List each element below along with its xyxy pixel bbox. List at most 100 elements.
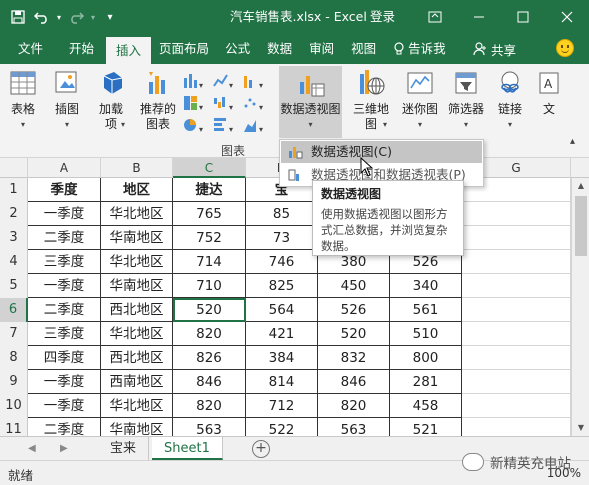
hierarchy-chart-icon[interactable]: ▾ bbox=[182, 94, 204, 112]
data-cell[interactable]: 二季度 bbox=[28, 226, 101, 250]
column-chart-icon[interactable]: ▾ bbox=[182, 72, 204, 90]
data-cell[interactable]: 73 bbox=[246, 226, 318, 250]
tab-data[interactable]: 数据 bbox=[258, 34, 301, 64]
row-header[interactable]: 1 bbox=[0, 178, 28, 202]
ribbon-collapse-icon[interactable]: ▴ bbox=[570, 136, 575, 147]
scatter-chart-icon[interactable]: ▾ bbox=[242, 72, 264, 90]
sheet-tab-baolai[interactable]: 宝来 bbox=[98, 437, 150, 460]
redo-dropdown-icon[interactable]: ▾ bbox=[88, 5, 98, 29]
sparklines-button[interactable]: 迷你图 ▾ bbox=[400, 68, 440, 132]
data-cell[interactable]: 712 bbox=[246, 394, 318, 418]
header-cell[interactable]: 地区 bbox=[101, 178, 173, 202]
data-cell[interactable]: 华南地区 bbox=[101, 226, 173, 250]
data-cell[interactable]: 华南地区 bbox=[101, 418, 173, 436]
undo-dropdown-icon[interactable]: ▾ bbox=[54, 5, 64, 29]
data-cell[interactable]: 510 bbox=[390, 322, 462, 346]
pie-chart-icon[interactable]: ▾ bbox=[182, 116, 204, 134]
pivotchart-button[interactable]: 数据透视图 ▾ bbox=[279, 66, 342, 138]
header-cell[interactable]: 季度 bbox=[28, 178, 101, 202]
data-cell[interactable] bbox=[462, 418, 571, 436]
data-cell[interactable]: 340 bbox=[390, 274, 462, 298]
data-cell[interactable]: 820 bbox=[173, 394, 246, 418]
data-cell[interactable]: 华北地区 bbox=[101, 322, 173, 346]
text-button[interactable]: A 文 bbox=[536, 68, 562, 117]
row-header[interactable]: 4 bbox=[0, 250, 28, 274]
data-cell[interactable]: 二季度 bbox=[28, 418, 101, 436]
header-cell[interactable]: 捷达 bbox=[173, 178, 246, 202]
area-chart-icon[interactable]: ▾ bbox=[242, 116, 264, 134]
data-cell[interactable]: 西北地区 bbox=[101, 346, 173, 370]
data-cell[interactable]: 一季度 bbox=[28, 394, 101, 418]
data-cell[interactable] bbox=[462, 226, 571, 250]
illustrations-button[interactable]: 插图 ▾ bbox=[50, 68, 84, 132]
data-cell[interactable]: 一季度 bbox=[28, 370, 101, 394]
recommended-charts-button[interactable]: 推荐的 图表 bbox=[137, 68, 179, 132]
data-cell[interactable]: 765 bbox=[173, 202, 246, 226]
3d-map-button[interactable]: 三维地 图 ▾ bbox=[350, 68, 392, 132]
data-cell[interactable] bbox=[462, 274, 571, 298]
tab-insert[interactable]: 插入 bbox=[106, 37, 152, 64]
data-cell[interactable]: 85 bbox=[246, 202, 318, 226]
data-cell[interactable]: 832 bbox=[318, 346, 390, 370]
data-cell[interactable]: 563 bbox=[173, 418, 246, 436]
menu-item-pivotchart[interactable]: 数据透视图(C) bbox=[281, 141, 482, 163]
data-cell[interactable]: 281 bbox=[390, 370, 462, 394]
row-header[interactable]: 9 bbox=[0, 370, 28, 394]
undo-icon[interactable] bbox=[30, 5, 54, 29]
redo-icon[interactable] bbox=[64, 5, 88, 29]
data-cell[interactable] bbox=[462, 394, 571, 418]
data-cell[interactable]: 526 bbox=[318, 298, 390, 322]
data-cell[interactable]: 800 bbox=[390, 346, 462, 370]
data-cell[interactable]: 华北地区 bbox=[101, 250, 173, 274]
data-cell[interactable] bbox=[462, 250, 571, 274]
data-cell[interactable]: 华南地区 bbox=[101, 274, 173, 298]
login-link[interactable]: 登录 bbox=[370, 0, 395, 34]
sheet-tab-sheet1[interactable]: Sheet1 bbox=[152, 437, 223, 460]
data-cell[interactable]: 714 bbox=[173, 250, 246, 274]
row-header[interactable]: 8 bbox=[0, 346, 28, 370]
minimize-icon[interactable] bbox=[457, 0, 501, 34]
combo-chart-icon[interactable]: ▾ bbox=[242, 94, 264, 112]
data-cell[interactable]: 826 bbox=[173, 346, 246, 370]
maximize-icon[interactable] bbox=[501, 0, 545, 34]
tab-review[interactable]: 审阅 bbox=[301, 34, 342, 64]
scroll-up-icon[interactable]: ▲ bbox=[572, 178, 589, 194]
tab-home[interactable]: 开始 bbox=[57, 34, 106, 64]
addins-button[interactable]: 加载 项 ▾ bbox=[94, 68, 128, 132]
data-cell[interactable]: 710 bbox=[173, 274, 246, 298]
data-cell[interactable]: 西北地区 bbox=[101, 298, 173, 322]
column-header[interactable]: C bbox=[173, 158, 246, 178]
data-cell[interactable]: 522 bbox=[246, 418, 318, 436]
data-cell[interactable]: 825 bbox=[246, 274, 318, 298]
close-icon[interactable] bbox=[545, 0, 589, 34]
data-cell[interactable]: 一季度 bbox=[28, 274, 101, 298]
data-cell[interactable]: 华北地区 bbox=[101, 394, 173, 418]
data-cell[interactable]: 一季度 bbox=[28, 202, 101, 226]
column-header[interactable]: A bbox=[28, 158, 101, 178]
data-cell[interactable]: 521 bbox=[390, 418, 462, 436]
filters-button[interactable]: 筛选器 ▾ bbox=[446, 68, 486, 132]
row-header[interactable]: 11 bbox=[0, 418, 28, 436]
column-header[interactable]: B bbox=[101, 158, 173, 178]
tab-view[interactable]: 视图 bbox=[342, 34, 385, 64]
data-cell[interactable]: 564 bbox=[246, 298, 318, 322]
row-header[interactable]: 7 bbox=[0, 322, 28, 346]
data-cell[interactable]: 563 bbox=[318, 418, 390, 436]
tell-me-box[interactable]: 告诉我 bbox=[385, 34, 455, 64]
add-sheet-icon[interactable]: + bbox=[252, 440, 270, 458]
data-cell[interactable] bbox=[462, 202, 571, 226]
data-cell[interactable]: 520 bbox=[318, 322, 390, 346]
link-button[interactable]: 链接 ▾ bbox=[494, 68, 526, 132]
data-cell[interactable]: 846 bbox=[318, 370, 390, 394]
scrollbar-thumb[interactable] bbox=[575, 196, 587, 256]
data-cell[interactable] bbox=[462, 298, 571, 322]
data-cell[interactable] bbox=[462, 370, 571, 394]
data-cell[interactable] bbox=[462, 346, 571, 370]
scroll-down-icon[interactable]: ▼ bbox=[572, 420, 589, 436]
feedback-smiley-icon[interactable] bbox=[556, 39, 574, 57]
data-cell[interactable]: 华北地区 bbox=[101, 202, 173, 226]
data-cell[interactable]: 820 bbox=[318, 394, 390, 418]
row-header[interactable]: 3 bbox=[0, 226, 28, 250]
tab-formulas[interactable]: 公式 bbox=[217, 34, 258, 64]
bar-chart-icon[interactable]: ▾ bbox=[212, 116, 234, 134]
